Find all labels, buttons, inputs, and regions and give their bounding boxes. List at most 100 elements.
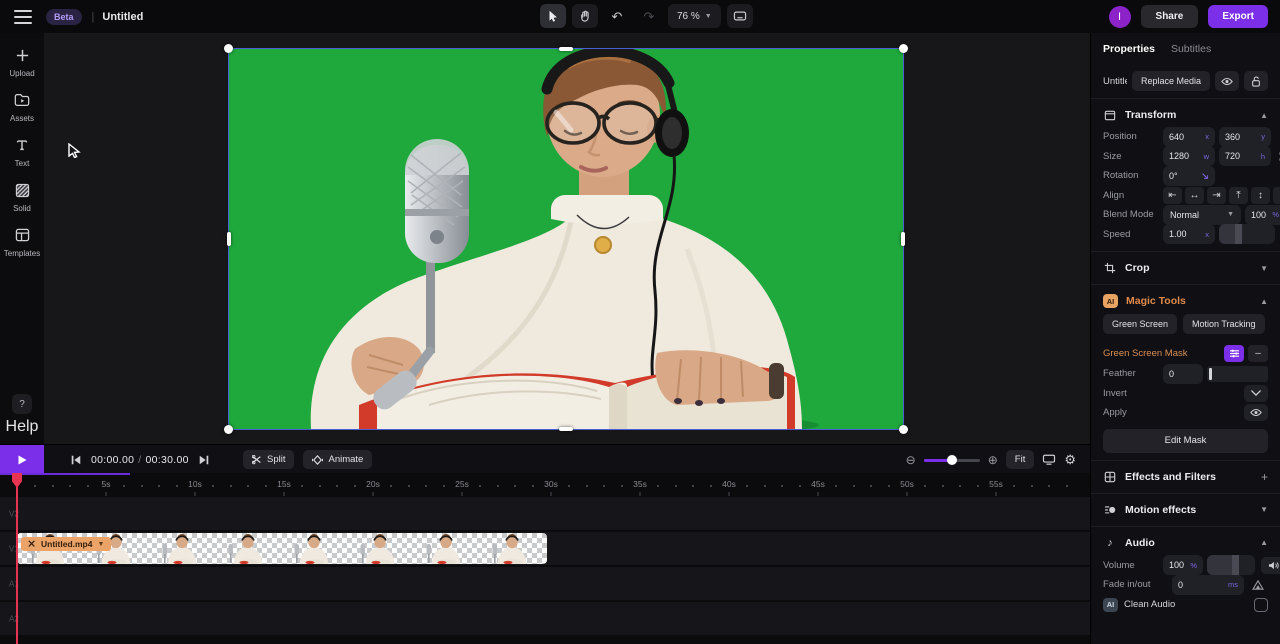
zoom-in-icon[interactable]: ⊕ (988, 453, 998, 467)
project-title[interactable]: Untitled (102, 11, 143, 23)
align-center-horizontal-button[interactable]: ↔ (1185, 186, 1204, 204)
slider-knob[interactable] (946, 454, 957, 465)
split-button[interactable]: Split (243, 450, 295, 469)
timeline-settings-gear-icon[interactable]: ⚙ (1064, 452, 1076, 468)
tab-subtitles[interactable]: Subtitles (1171, 43, 1211, 55)
resize-handle-right[interactable] (901, 232, 905, 246)
share-button[interactable]: Share (1140, 5, 1199, 28)
speed-slider[interactable] (1219, 224, 1275, 245)
preview-quality-icon[interactable] (1042, 454, 1056, 465)
align-bottom-button[interactable]: ⤓ (1273, 186, 1280, 204)
chevron-down-icon (1251, 390, 1261, 397)
clip-name-badge[interactable]: Untitled.mp4 ▼ (21, 537, 112, 551)
avatar[interactable]: I (1108, 5, 1131, 28)
sidebar-item-assets[interactable]: Assets (0, 78, 44, 123)
green-screen-button[interactable]: Green Screen (1103, 314, 1178, 334)
chevron-up-icon: ▲ (1260, 110, 1268, 120)
section-crop[interactable]: Crop ▼ (1103, 259, 1268, 277)
align-right-button[interactable]: ⇥ (1207, 186, 1226, 204)
menu-icon[interactable] (14, 9, 32, 24)
opacity-input[interactable]: 100% (1245, 204, 1280, 225)
fit-button[interactable]: Fit (1005, 450, 1035, 469)
edit-mask-button[interactable]: Edit Mask (1103, 428, 1268, 453)
green-screen-video-frame (229, 49, 903, 429)
position-y-input[interactable]: 360 y (1219, 126, 1271, 147)
add-icon[interactable]: + (1261, 470, 1268, 484)
resize-handle-top-right[interactable] (899, 44, 908, 53)
position-x-input[interactable]: 640 x (1163, 126, 1215, 147)
invert-toggle-button[interactable] (1244, 384, 1268, 402)
undo-button[interactable]: ↶ (604, 4, 630, 28)
redo-button[interactable]: ↷ (636, 4, 662, 28)
play-button[interactable] (0, 445, 44, 474)
section-transform[interactable]: Transform ▲ (1103, 106, 1268, 124)
align-top-button[interactable]: ⤒ (1229, 186, 1248, 204)
visibility-toggle-button[interactable] (1215, 71, 1239, 91)
feather-input[interactable]: 0 (1163, 363, 1203, 384)
track-a1[interactable]: A1 (0, 567, 1090, 600)
resize-handle-bottom-left[interactable] (224, 425, 233, 434)
motion-tracking-button[interactable]: Motion Tracking (1183, 314, 1265, 334)
export-button[interactable]: Export (1208, 5, 1268, 28)
resize-handle-bottom[interactable] (559, 427, 573, 431)
track-a2[interactable]: A2 (0, 602, 1090, 635)
ruler-label: 20s (366, 479, 380, 489)
sidebar-item-solid[interactable]: Solid (0, 168, 44, 213)
size-width-input[interactable]: 1280 w (1163, 146, 1215, 167)
animate-button[interactable]: Animate (303, 450, 373, 469)
resize-handle-top[interactable] (559, 47, 573, 51)
select-tool-button[interactable] (540, 4, 566, 28)
timeline-zoom-slider[interactable] (923, 454, 980, 465)
sidebar-item-templates[interactable]: Templates (0, 213, 44, 258)
eye-icon (1250, 409, 1262, 417)
sidebar-item-text[interactable]: Text (0, 123, 44, 168)
rotation-input[interactable]: 0° (1163, 165, 1215, 186)
remove-mask-button[interactable]: – (1248, 344, 1268, 362)
clip-thumbnail (228, 534, 262, 564)
clean-audio-checkbox[interactable] (1254, 597, 1268, 612)
apply-preview-button[interactable] (1244, 404, 1268, 422)
align-left-button[interactable]: ⇤ (1163, 186, 1182, 204)
mask-settings-button[interactable] (1224, 344, 1244, 362)
timeline[interactable]: 5s 10s 15s 20s 25s 30s 35s 40s 45s 50s 55s V2 V1 (0, 473, 1090, 644)
section-audio[interactable]: ♪ Audio ▲ (1103, 534, 1268, 552)
skip-to-start-icon[interactable] (70, 454, 82, 466)
replace-media-button[interactable]: Replace Media (1131, 71, 1210, 91)
skip-to-end-icon[interactable] (198, 454, 210, 466)
sidebar-item-help[interactable]: ? Help (0, 394, 44, 436)
clip-icon (28, 540, 35, 547)
align-center-vertical-button[interactable]: ↕ (1251, 186, 1270, 204)
rotate-icon (1202, 173, 1208, 179)
volume-slider[interactable] (1207, 555, 1255, 576)
track-v1[interactable]: V1 Untitled.mp4 ▼ (0, 532, 1090, 565)
edit-controls: Split Animate (243, 445, 373, 474)
zoom-out-icon[interactable]: ⊖ (906, 453, 916, 467)
fade-input[interactable]: 0 ms (1172, 574, 1244, 595)
fade-curve-icon[interactable] (1248, 576, 1268, 594)
zoom-level-dropdown[interactable]: 76 % ▼ (668, 4, 721, 28)
tab-properties[interactable]: Properties (1103, 43, 1155, 55)
track-v2[interactable]: V2 (0, 497, 1090, 530)
section-effects-filters[interactable]: Effects and Filters + (1103, 468, 1268, 486)
section-motion-effects[interactable]: Motion effects ▼ (1103, 501, 1268, 519)
resize-handle-bottom-right[interactable] (899, 425, 908, 434)
size-height-input[interactable]: 720 h (1219, 146, 1271, 167)
mute-button[interactable] (1261, 556, 1280, 574)
fullscreen-preview-button[interactable] (726, 4, 753, 28)
speed-input[interactable]: 1.00 x (1163, 224, 1215, 245)
section-magic-tools[interactable]: AI Magic Tools ▲ (1103, 292, 1268, 310)
lock-toggle-button[interactable] (1244, 71, 1268, 91)
timeline-ruler[interactable]: 5s 10s 15s 20s 25s 30s 35s 40s 45s 50s 55s (0, 473, 1090, 497)
blend-mode-select[interactable]: Normal ▼ (1163, 204, 1241, 225)
volume-input[interactable]: 100% (1163, 555, 1203, 576)
hand-tool-button[interactable] (572, 4, 598, 28)
transform-icon (1103, 110, 1117, 121)
canvas-area[interactable] (44, 33, 1090, 444)
video-clip[interactable]: Untitled.mp4 ▼ (17, 533, 547, 564)
resize-handle-top-left[interactable] (224, 44, 233, 53)
resize-handle-left[interactable] (227, 232, 231, 246)
feather-slider[interactable] (1207, 365, 1268, 382)
sidebar-item-upload[interactable]: Upload (0, 33, 44, 78)
link-dimensions-icon[interactable] (1275, 147, 1280, 165)
video-layer-selected[interactable] (224, 44, 908, 434)
